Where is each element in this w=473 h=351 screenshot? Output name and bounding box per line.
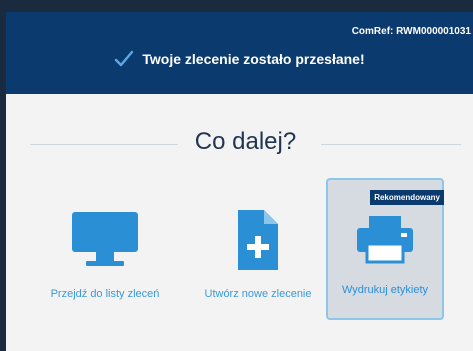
- checkmark-icon: [115, 50, 134, 67]
- create-new-order-button[interactable]: Utwórz nowe zlecenie: [199, 182, 317, 322]
- go-to-orders-list-label: Przejdź do listy zleceń: [50, 288, 160, 300]
- printer-icon: [328, 214, 442, 274]
- print-labels-button[interactable]: Rekomendowany Wydrukuj etykiety: [326, 178, 444, 320]
- create-new-order-label: Utwórz nowe zlecenie: [204, 288, 312, 300]
- order-confirmation-panel: ComRef: RWM000001031 Twoje zlecenie zost…: [6, 12, 473, 351]
- new-document-icon: [199, 210, 317, 270]
- monitor-icon: [46, 210, 164, 270]
- success-banner: ComRef: RWM000001031 Twoje zlecenie zost…: [6, 12, 473, 94]
- print-labels-label: Wydrukuj etykiety: [341, 284, 429, 296]
- divider-right: [321, 144, 461, 145]
- success-text: Twoje zlecenie zostało przesłane!: [142, 51, 365, 67]
- recommended-badge: Rekomendowany: [370, 190, 444, 205]
- go-to-orders-list-button[interactable]: Przejdź do listy zleceń: [46, 182, 164, 322]
- page-title: Co dalej?: [194, 128, 297, 155]
- next-steps-header: Co dalej?: [30, 124, 461, 164]
- success-message: Twoje zlecenie zostało przesłane!: [6, 50, 473, 68]
- comref-label: ComRef: RWM000001031: [351, 26, 471, 37]
